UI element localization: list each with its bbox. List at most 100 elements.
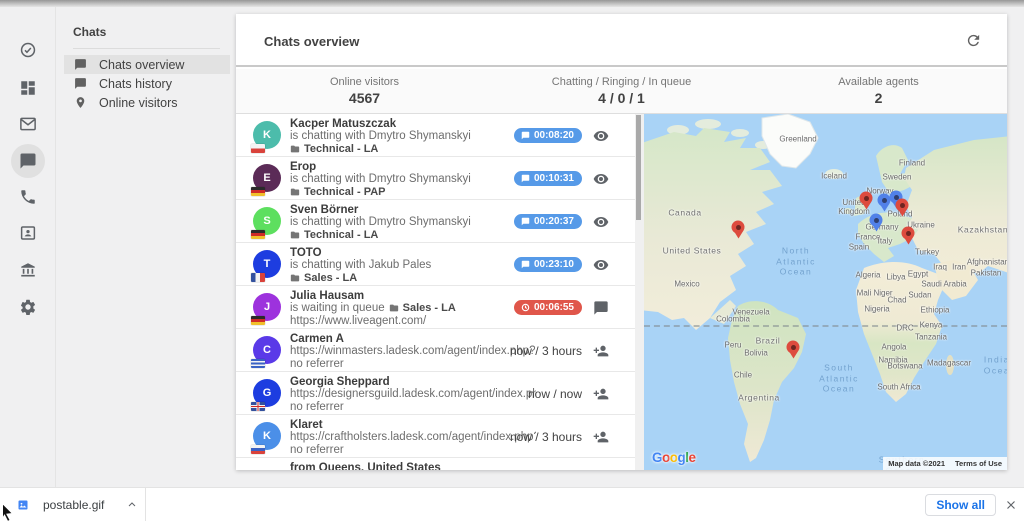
download-file-name: postable.gif <box>43 498 112 512</box>
rail-item-phone[interactable] <box>11 180 45 214</box>
eye-icon <box>593 171 609 187</box>
map-pin-red[interactable] <box>902 227 915 240</box>
visit-times: now / 3 hours <box>510 430 582 444</box>
sidebar-item-chats-history[interactable]: Chats history <box>64 74 230 93</box>
eye-icon <box>593 214 609 230</box>
rail-item-check-circle[interactable] <box>11 33 45 67</box>
country-flag-fr <box>251 273 265 282</box>
visitor-name: Julia Hausam <box>290 290 536 302</box>
show-all-button[interactable]: Show all <box>925 494 996 516</box>
chat-row-text: from Queens, United States <box>290 462 536 470</box>
country-flag-gb <box>251 402 265 411</box>
dashboard-icon <box>19 79 37 97</box>
visitor-url: https://www.liveagent.com/ <box>290 315 536 328</box>
chat-row-text: Eropis chatting with Dmytro ShymanskyiTe… <box>290 161 536 198</box>
chat-row-text: Kacper Matuszczakis chatting with Dmytro… <box>290 118 536 155</box>
country-flag-pl <box>251 144 265 153</box>
rail-item-mail[interactable] <box>11 107 45 141</box>
download-item[interactable]: postable.gif <box>0 488 156 521</box>
panel-header: Chats overview <box>236 14 1007 67</box>
department-label: Sales - LA <box>403 302 456 315</box>
duration-badge: 00:20:37 <box>514 214 582 229</box>
download-bar-divider <box>145 488 146 521</box>
person-add-icon[interactable] <box>593 343 609 359</box>
referrer-label: no referrer <box>290 444 536 457</box>
chat-bubble-icon[interactable] <box>593 300 609 316</box>
chat-row[interactable]: TTOTOis chatting with Jakub PalesSales -… <box>236 243 635 286</box>
sidebar-item-label: Online visitors <box>99 96 178 110</box>
chevron-up-icon[interactable] <box>126 499 138 511</box>
rail-item-contacts[interactable] <box>11 216 45 250</box>
terms-of-use-link[interactable]: Terms of Use <box>950 457 1007 470</box>
chat-row[interactable]: GGeorgia Sheppardhttps://designersguild.… <box>236 372 635 415</box>
eye-icon[interactable] <box>593 214 609 230</box>
country-flag-sk <box>251 445 265 454</box>
map-pin-red[interactable] <box>860 192 873 205</box>
person-add-icon <box>593 386 609 402</box>
contacts-icon <box>19 224 37 242</box>
map-pin-red[interactable] <box>896 199 909 212</box>
scrollbar-thumb[interactable] <box>636 115 641 220</box>
chat-bubble-icon <box>521 174 530 183</box>
referrer-label: no referrer <box>290 358 536 371</box>
sidebar-item-label: Chats history <box>99 77 172 91</box>
country-flag-gr <box>251 359 265 368</box>
chat-status: is chatting with Jakub Pales <box>290 259 536 272</box>
chats-sidebar: Chats Chats overviewChats historyOnline … <box>56 7 236 487</box>
eye-icon[interactable] <box>593 257 609 273</box>
duration-badge: 00:10:31 <box>514 171 582 186</box>
sidebar-item-chats-overview[interactable]: Chats overview <box>64 55 230 74</box>
chat-list: KKacper Matuszczakis chatting with Dmytr… <box>236 114 635 470</box>
visitor-name: Carmen A <box>290 333 536 345</box>
visitor-name: Georgia Sheppard <box>290 376 536 388</box>
visitor-url: https://winmasters.ladesk.com/agent/inde… <box>290 345 536 358</box>
chat-row[interactable]: KKacper Matuszczakis chatting with Dmytr… <box>236 114 635 157</box>
chat-row[interactable]: JJulia Hausamis waiting in queueSales - … <box>236 286 635 329</box>
world-map[interactable]: GreenlandIcelandFinlandSwedenNorwayCanad… <box>644 114 1007 470</box>
country-flag-de <box>251 316 265 325</box>
map-pin-red[interactable] <box>732 221 745 234</box>
duration-badge: 00:08:20 <box>514 128 582 143</box>
folder-icon <box>290 144 300 154</box>
window-top-edge <box>0 0 1024 7</box>
sidebar-item-label: Chats overview <box>99 58 184 72</box>
eye-icon[interactable] <box>593 128 609 144</box>
chat-status: is chatting with Dmytro Shymanskyi <box>290 216 536 229</box>
phone-icon <box>19 188 37 206</box>
folder-icon <box>290 230 300 240</box>
eye-icon <box>593 128 609 144</box>
rail-item-settings[interactable] <box>11 290 45 324</box>
stat-label: Available agents <box>750 76 1007 88</box>
chat-status: is chatting with Dmytro Shymanskyi <box>290 173 536 186</box>
stat-value: 4 / 0 / 1 <box>493 90 750 106</box>
visitor-name: Kacper Matuszczak <box>290 118 536 130</box>
rail-item-chat[interactable] <box>11 144 45 178</box>
refresh-icon[interactable] <box>965 32 983 50</box>
referrer-label: no referrer <box>290 401 536 414</box>
stat: Available agents2 <box>750 69 1007 113</box>
map-pin-blue[interactable] <box>870 214 883 227</box>
chat-icon <box>74 58 87 71</box>
person-add-icon <box>593 343 609 359</box>
chat-row[interactable]: EEropis chatting with Dmytro ShymanskyiT… <box>236 157 635 200</box>
map-pin-red[interactable] <box>787 341 800 354</box>
chat-bubble-icon <box>521 260 530 269</box>
chat-row[interactable]: CCarmen Ahttps://winmasters.ladesk.com/a… <box>236 329 635 372</box>
rail-item-bank[interactable] <box>11 253 45 287</box>
duration-badge: 00:06:55 <box>514 300 582 315</box>
chat-row[interactable]: SSven Börneris chatting with Dmytro Shym… <box>236 200 635 243</box>
country-flag-de <box>251 230 265 239</box>
list-scrollbar[interactable] <box>635 114 644 470</box>
visitor-name: Klaret <box>290 419 536 431</box>
close-icon[interactable] <box>1004 498 1018 512</box>
person-add-icon <box>593 429 609 445</box>
chat-row[interactable]: KKlarethttps://craftholsters.ladesk.com/… <box>236 415 635 458</box>
person-add-icon[interactable] <box>593 429 609 445</box>
sidebar-item-online-visitors[interactable]: Online visitors <box>64 93 230 112</box>
stat-value: 4567 <box>236 90 493 106</box>
rail-item-dashboard[interactable] <box>11 71 45 105</box>
person-add-icon[interactable] <box>593 386 609 402</box>
chat-row[interactable]: from Queens, United States <box>236 458 635 470</box>
eye-icon[interactable] <box>593 171 609 187</box>
visitor-name: from Queens, United States <box>290 462 536 470</box>
